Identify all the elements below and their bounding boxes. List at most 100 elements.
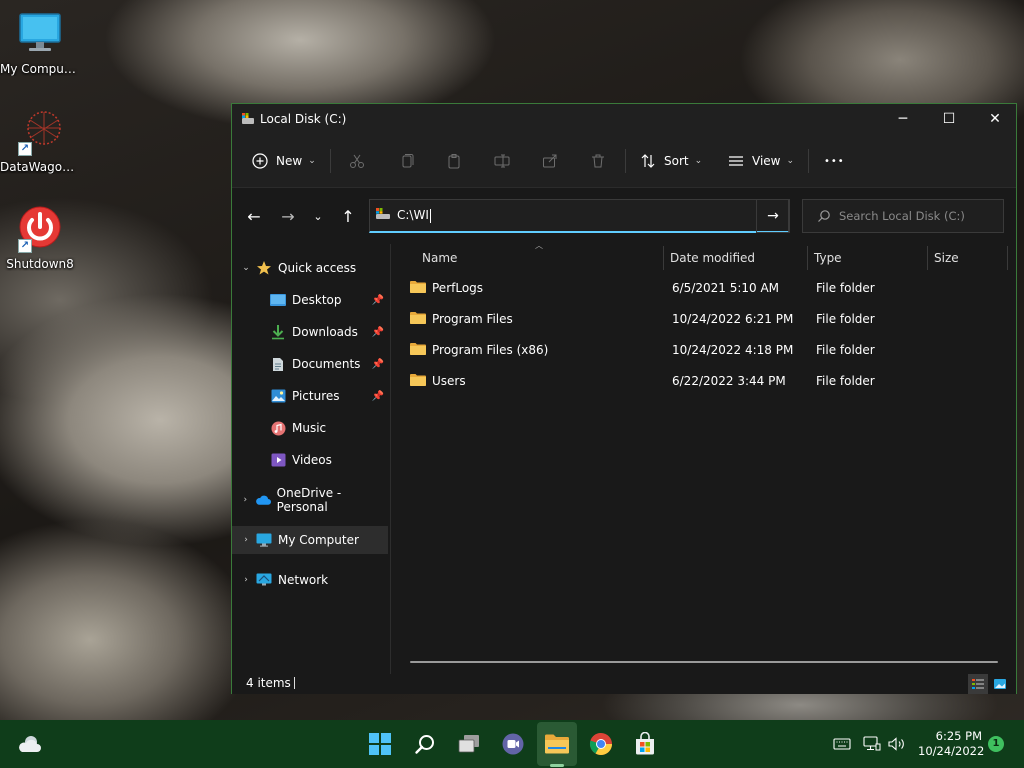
- list-lines-icon: [729, 156, 743, 166]
- details-view-button[interactable]: [968, 674, 988, 694]
- up-button[interactable]: ↑: [334, 202, 362, 230]
- sidebar-item-label: My Computer: [278, 533, 359, 547]
- pin-icon[interactable]: 📌: [372, 295, 384, 306]
- table-row[interactable]: PerfLogs 6/5/2021 5:10 AM File folder: [402, 274, 1002, 302]
- active-app-indicator: [550, 764, 564, 767]
- column-header-name[interactable]: Name: [422, 244, 457, 272]
- address-input[interactable]: C:\WI: [397, 208, 429, 222]
- sidebar-item-downloads[interactable]: › Downloads 📌: [232, 318, 388, 346]
- sidebar-item-quick-access[interactable]: ⌄ Quick access: [232, 254, 388, 282]
- address-bar[interactable]: C:\WI ⌄: [369, 199, 882, 233]
- volume-button[interactable]: [881, 728, 913, 760]
- sort-label: Sort: [664, 154, 689, 168]
- pin-icon[interactable]: 📌: [372, 359, 384, 370]
- column-header-size[interactable]: Size: [934, 244, 959, 272]
- horizontal-scrollbar[interactable]: [410, 661, 998, 663]
- copy-icon: [402, 154, 414, 168]
- desktop-icon-my-computer[interactable]: My Computer: [0, 10, 80, 76]
- store-button[interactable]: [629, 728, 661, 760]
- sidebar-item-network[interactable]: › Network: [232, 566, 388, 594]
- search-icon: [415, 735, 434, 754]
- view-button[interactable]: View ⌄: [728, 134, 794, 188]
- cut-button[interactable]: [349, 134, 365, 188]
- new-button[interactable]: New ⌄: [252, 134, 316, 188]
- paste-button[interactable]: [446, 134, 462, 188]
- sidebar-item-onedrive[interactable]: › OneDrive - Personal: [232, 486, 388, 514]
- column-divider[interactable]: [927, 246, 928, 270]
- pin-icon[interactable]: 📌: [372, 391, 384, 402]
- sort-button[interactable]: Sort ⌄: [640, 134, 702, 188]
- desktop-icon-datawagon[interactable]: ↗ DataWagon...: [0, 108, 80, 174]
- folder-icon: [410, 281, 426, 293]
- chevron-down-icon: ⌄: [786, 156, 795, 166]
- sidebar-item-documents[interactable]: › Documents 📌: [232, 350, 388, 378]
- start-button[interactable]: [364, 728, 396, 760]
- chevron-down-icon[interactable]: ⌄: [236, 263, 256, 273]
- shortcut-arrow-icon: ↗: [18, 239, 32, 253]
- sidebar-item-my-computer[interactable]: › My Computer: [232, 526, 388, 554]
- toolbar-divider: [330, 149, 331, 173]
- desktop-icon-shutdown8[interactable]: ↗ Shutdown8: [0, 205, 80, 271]
- thumbnail-view-icon: [994, 679, 1006, 689]
- folder-icon: [545, 734, 569, 754]
- chevron-right-icon[interactable]: ›: [236, 575, 256, 585]
- pane-splitter[interactable]: [390, 244, 391, 674]
- column-divider[interactable]: [663, 246, 664, 270]
- power-icon: ↗: [16, 205, 64, 253]
- maximize-button[interactable]: ☐: [926, 104, 972, 134]
- text-caret: [429, 208, 431, 223]
- forward-button[interactable]: →: [274, 202, 302, 230]
- chat-button[interactable]: [497, 728, 529, 760]
- clock-date: 10/24/2022: [918, 744, 985, 758]
- sidebar-item-videos[interactable]: › Videos: [232, 446, 388, 474]
- folder-icon: [410, 343, 426, 355]
- sidebar-item-desktop[interactable]: › Desktop 📌: [232, 286, 388, 314]
- chevron-right-icon[interactable]: ›: [236, 535, 256, 545]
- network-icon: [256, 572, 272, 588]
- taskbar-search-button[interactable]: [409, 728, 441, 760]
- notification-badge[interactable]: 1: [988, 736, 1004, 752]
- search-box[interactable]: [802, 199, 1004, 233]
- chevron-right-icon[interactable]: ›: [236, 495, 255, 505]
- system-clock[interactable]: 6:25 PM 10/24/2022: [918, 729, 985, 759]
- large-icons-view-button[interactable]: [990, 674, 1010, 694]
- close-button[interactable]: ✕: [972, 104, 1018, 134]
- file-type: File folder: [816, 281, 875, 295]
- column-divider[interactable]: [807, 246, 808, 270]
- title-bar[interactable]: Local Disk (C:) ─ ☐ ✕: [232, 104, 1016, 134]
- task-view-button[interactable]: [453, 728, 485, 760]
- share-icon: [543, 154, 557, 168]
- toolbar-divider: [625, 149, 626, 173]
- sidebar-item-pictures[interactable]: › Pictures 📌: [232, 382, 388, 410]
- desktop-icon-label: DataWagon...: [0, 160, 80, 174]
- minimize-button[interactable]: ─: [880, 104, 926, 134]
- column-divider[interactable]: [1007, 246, 1008, 270]
- rename-icon: [494, 154, 510, 168]
- column-header-date[interactable]: Date modified: [670, 244, 755, 272]
- table-row[interactable]: Program Files 10/24/2022 6:21 PM File fo…: [402, 305, 1002, 333]
- keyboard-layout-button[interactable]: [826, 728, 858, 760]
- network-globe-icon: ↗: [16, 108, 64, 156]
- table-row[interactable]: Users 6/22/2022 3:44 PM File folder: [402, 367, 1002, 395]
- go-button[interactable]: →: [756, 199, 790, 233]
- back-button[interactable]: ←: [240, 202, 268, 230]
- folder-icon: [410, 374, 426, 386]
- widgets-button[interactable]: [14, 728, 46, 760]
- more-options-button[interactable]: •••: [824, 134, 845, 188]
- clock-time: 6:25 PM: [935, 729, 982, 743]
- delete-button[interactable]: [590, 134, 606, 188]
- recent-locations-button[interactable]: ⌄: [304, 202, 332, 230]
- sidebar-item-label: Documents: [292, 357, 361, 371]
- explorer-body: ⌄ Quick access › Desktop 📌 › Downloa: [232, 241, 1016, 674]
- chrome-button[interactable]: [585, 728, 617, 760]
- rename-button[interactable]: [494, 134, 510, 188]
- copy-button[interactable]: [399, 134, 415, 188]
- sidebar-item-music[interactable]: › Music: [232, 414, 388, 442]
- column-header-type[interactable]: Type: [814, 244, 842, 272]
- share-button[interactable]: [542, 134, 558, 188]
- pin-icon[interactable]: 📌: [372, 327, 384, 338]
- navigation-pane[interactable]: ⌄ Quick access › Desktop 📌 › Downloa: [232, 244, 390, 674]
- file-explorer-taskbar-button[interactable]: [541, 728, 573, 760]
- search-input[interactable]: [839, 209, 999, 223]
- table-row[interactable]: Program Files (x86) 10/24/2022 4:18 PM F…: [402, 336, 1002, 364]
